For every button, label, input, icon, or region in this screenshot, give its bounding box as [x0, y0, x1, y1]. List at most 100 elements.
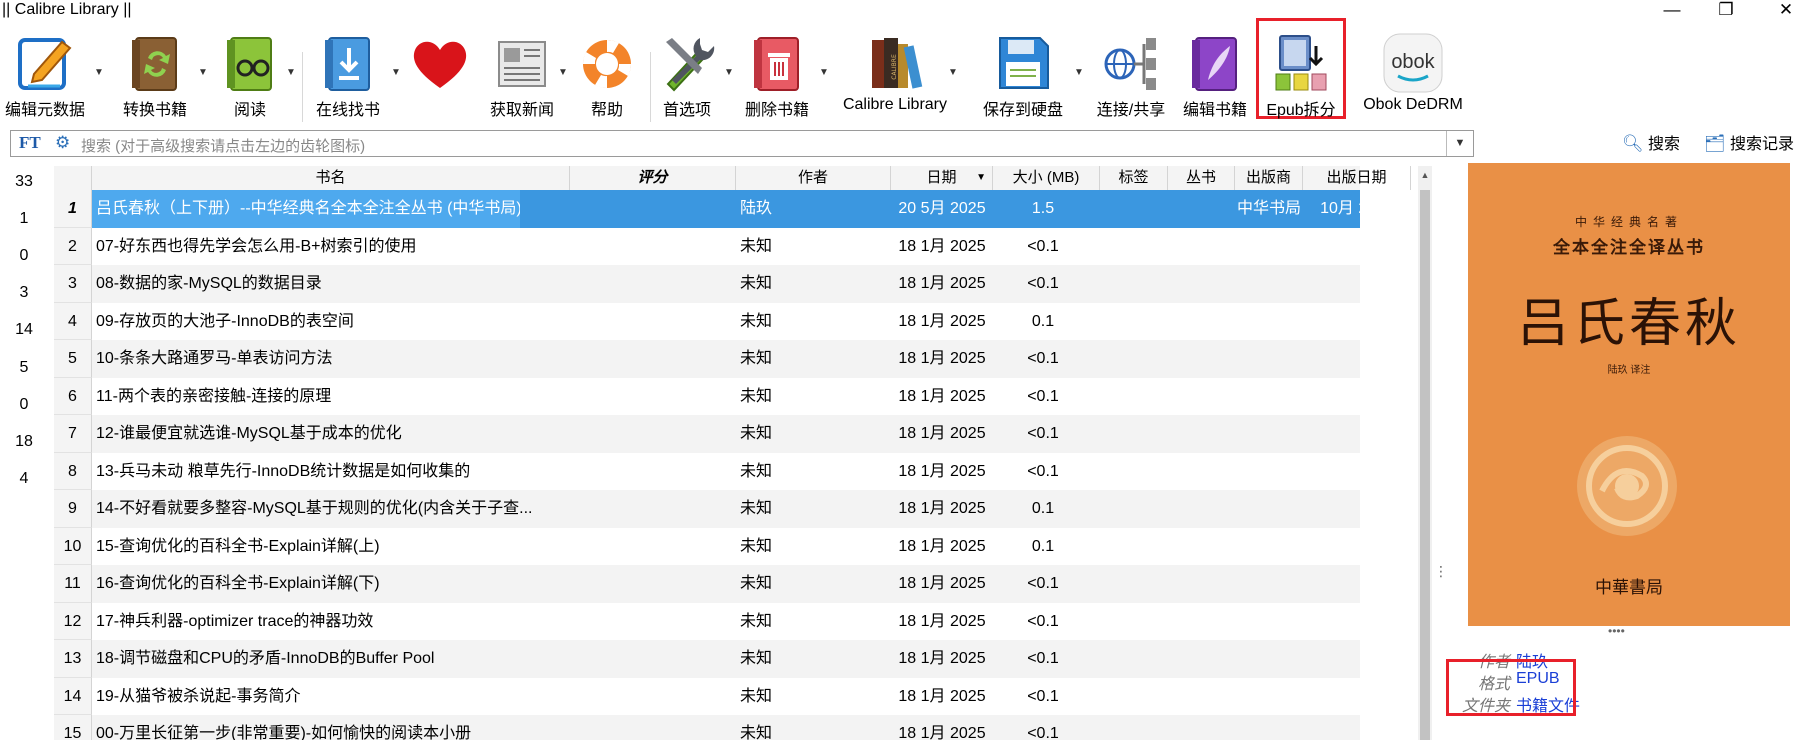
save-to-disk-button[interactable]: 保存到硬盘: [983, 26, 1063, 119]
tag-count[interactable]: 14: [0, 321, 48, 339]
cell-date: 18 1月 2025: [898, 350, 986, 367]
table-row[interactable]: 9 14-不好看就要多整容-MySQL基于规则的优化(内含关于子查... 未知 18 …: [54, 490, 1360, 528]
delete-book-icon: [754, 37, 799, 91]
tag-count[interactable]: 3: [0, 284, 48, 302]
row-number[interactable]: 1: [54, 190, 92, 228]
cell-author: 未知: [740, 725, 773, 740]
table-row[interactable]: 8 13-兵马未动 粮草先行-InnoDB统计数据是如何收集的 未知 18 1月 20…: [54, 452, 1360, 490]
tag-count[interactable]: 4: [0, 470, 48, 488]
preferences-dropdown-icon[interactable]: ▼: [723, 67, 735, 79]
table-row[interactable]: 4 09-存放页的大池子-InnoDB的表空间 未知 18 1月 2025 0.1: [54, 302, 1360, 340]
maximize-button[interactable]: ❐: [1706, 0, 1746, 22]
tag-count[interactable]: 5: [0, 359, 48, 377]
column-header-tags[interactable]: 标签: [1100, 166, 1168, 190]
svg-text:CALIBRE: CALIBRE: [891, 54, 898, 80]
search-history-dropdown-icon[interactable]: ▼: [1446, 131, 1473, 156]
cell-publisher: [1235, 490, 1303, 528]
table-row[interactable]: 5 10-条条大路通罗马-单表访问方法 未知 18 1月 2025 <0.1: [54, 340, 1360, 378]
donate-heart-button[interactable]: [405, 26, 475, 118]
row-number[interactable]: 4: [54, 302, 92, 340]
search-box[interactable]: FT ⚙ 搜索 (对于高级搜索请点击左边的齿轮图标) ▼: [10, 130, 1474, 157]
table-row[interactable]: 2 07-好东西也得先学会怎么用-B+树索引的使用 未知 18 1月 2025 <0.1: [54, 227, 1360, 265]
lifebuoy-icon: [582, 39, 632, 89]
tag-count[interactable]: 0: [0, 247, 48, 265]
remove-books-button[interactable]: 删除书籍: [742, 26, 812, 119]
library-button[interactable]: CALIBRE Calibre Library: [843, 26, 947, 118]
epub-split-icon: [1275, 35, 1327, 91]
saved-searches-button[interactable]: 🗂︎ 搜索记录: [1704, 130, 1794, 157]
convert-icon: [132, 37, 177, 91]
column-header-author[interactable]: 作者: [736, 166, 891, 190]
row-number[interactable]: 2: [54, 227, 92, 265]
save-to-disk-dropdown-icon[interactable]: ▼: [1073, 67, 1085, 79]
fetch-news-button[interactable]: 获取新闻: [487, 26, 557, 119]
table-row[interactable]: 11 16-查询优化的百科全书-Explain详解(下) 未知 18 1月 2025 <…: [54, 565, 1360, 603]
cover-resize-handle[interactable]: ••••: [1608, 625, 1625, 637]
find-online-dropdown-icon[interactable]: ▼: [390, 67, 402, 79]
book-cover[interactable]: 中华经典名著 全本全注全译丛书 吕氏春秋 陆玖 译注 中華書局: [1468, 163, 1790, 626]
table-row[interactable]: 13 18-调节磁盘和CPU的矛盾-InnoDB的Buffer Pool 未知 18 …: [54, 640, 1360, 678]
column-header-publisher[interactable]: 出版商: [1235, 166, 1303, 190]
row-number[interactable]: 13: [54, 640, 92, 678]
table-vertical-scrollbar[interactable]: ▲: [1418, 166, 1432, 740]
row-number[interactable]: 12: [54, 602, 92, 640]
gear-icon[interactable]: ⚙: [55, 133, 70, 153]
column-header-size[interactable]: 大小 (MB): [993, 166, 1100, 190]
read-button[interactable]: 阅读: [215, 26, 285, 119]
close-button[interactable]: ✕: [1766, 0, 1806, 22]
column-header-series[interactable]: 丛书: [1168, 166, 1235, 190]
table-row[interactable]: 3 08-数据的家-MySQL的数据目录 未知 18 1月 2025 <0.1: [54, 265, 1360, 303]
cell-author: 未知: [740, 500, 773, 517]
edit-metadata-dropdown-icon[interactable]: ▼: [93, 67, 105, 79]
cell-title: 13-兵马未动 粮草先行-InnoDB统计数据是如何收集的: [96, 462, 471, 480]
tag-count[interactable]: 0: [0, 396, 48, 414]
fetch-news-dropdown-icon[interactable]: ▼: [557, 67, 569, 79]
table-row[interactable]: 10 15-查询优化的百科全书-Explain详解(上) 未知 18 1月 2025 0…: [54, 527, 1360, 565]
cell-size: <0.1: [1027, 725, 1059, 740]
row-number[interactable]: 10: [54, 527, 92, 565]
row-number[interactable]: 3: [54, 265, 92, 303]
epub-split-button[interactable]: Epub拆分: [1266, 26, 1336, 119]
row-number[interactable]: 5: [54, 340, 92, 378]
connect-share-button[interactable]: 连接/共享: [1096, 26, 1166, 119]
scrollbar-thumb[interactable]: [1420, 190, 1430, 740]
edit-book-button[interactable]: 编辑书籍: [1180, 26, 1250, 119]
convert-button[interactable]: 转换书籍: [120, 26, 190, 119]
edit-metadata-button[interactable]: 编辑元数据: [5, 26, 85, 119]
column-header-date[interactable]: 日期 ▼: [891, 166, 993, 190]
find-online-button[interactable]: 在线找书: [313, 26, 383, 119]
library-label: Calibre Library: [842, 96, 948, 113]
preferences-button[interactable]: 首选项: [652, 26, 722, 119]
cell-title: 11-两个表的亲密接触-连接的原理: [96, 387, 332, 405]
search-button[interactable]: 🔍︎ 搜索: [1622, 130, 1680, 157]
minimize-button[interactable]: —: [1652, 0, 1692, 22]
row-number[interactable]: 15: [54, 715, 92, 740]
tag-count[interactable]: 33: [0, 173, 48, 191]
obok-dedrm-button[interactable]: obok Obok DeDRM: [1363, 26, 1463, 118]
table-row[interactable]: 7 12-谁最便宜就选谁-MySQL基于成本的优化 未知 18 1月 2025 <0.1: [54, 415, 1360, 453]
column-header-rating[interactable]: 评分: [570, 166, 736, 190]
heart-icon: [413, 41, 467, 88]
row-number[interactable]: 6: [54, 377, 92, 415]
row-number[interactable]: 9: [54, 490, 92, 528]
cell-author: 陆玖: [740, 200, 773, 217]
row-number[interactable]: 8: [54, 452, 92, 490]
table-row[interactable]: 14 19-从猫爷被杀说起-事务简介 未知 18 1月 2025 <0.1: [54, 677, 1360, 715]
table-row[interactable]: 15 00-万里长征第一步(非常重要)-如何愉快的阅读本小册 未知 18 1月 202…: [54, 715, 1360, 740]
table-row[interactable]: 1 吕氏春秋（上下册）--中华经典名全本全注全丛书 (中华书局) 陆玖 20 5月 2…: [54, 190, 1394, 228]
library-dropdown-icon[interactable]: ▼: [947, 67, 959, 79]
full-text-search-icon[interactable]: FT: [19, 133, 41, 153]
scroll-up-icon[interactable]: ▲: [1418, 168, 1432, 182]
table-row[interactable]: 12 17-神兵利器-optimizer trace的神器功效 未知 18 1月 20…: [54, 602, 1360, 640]
row-number[interactable]: 7: [54, 415, 92, 453]
tag-count[interactable]: 18: [0, 433, 48, 451]
column-header-pubdate[interactable]: 出版日期: [1303, 166, 1411, 190]
row-number[interactable]: 11: [54, 565, 92, 603]
table-row[interactable]: 6 11-两个表的亲密接触-连接的原理 未知 18 1月 2025 <0.1: [54, 377, 1360, 415]
remove-books-dropdown-icon[interactable]: ▼: [818, 67, 830, 79]
tag-count[interactable]: 1: [0, 210, 48, 228]
row-number[interactable]: 14: [54, 677, 92, 715]
read-dropdown-icon[interactable]: ▼: [285, 67, 297, 79]
column-header-title[interactable]: 书名: [92, 166, 570, 190]
convert-dropdown-icon[interactable]: ▼: [197, 67, 209, 79]
